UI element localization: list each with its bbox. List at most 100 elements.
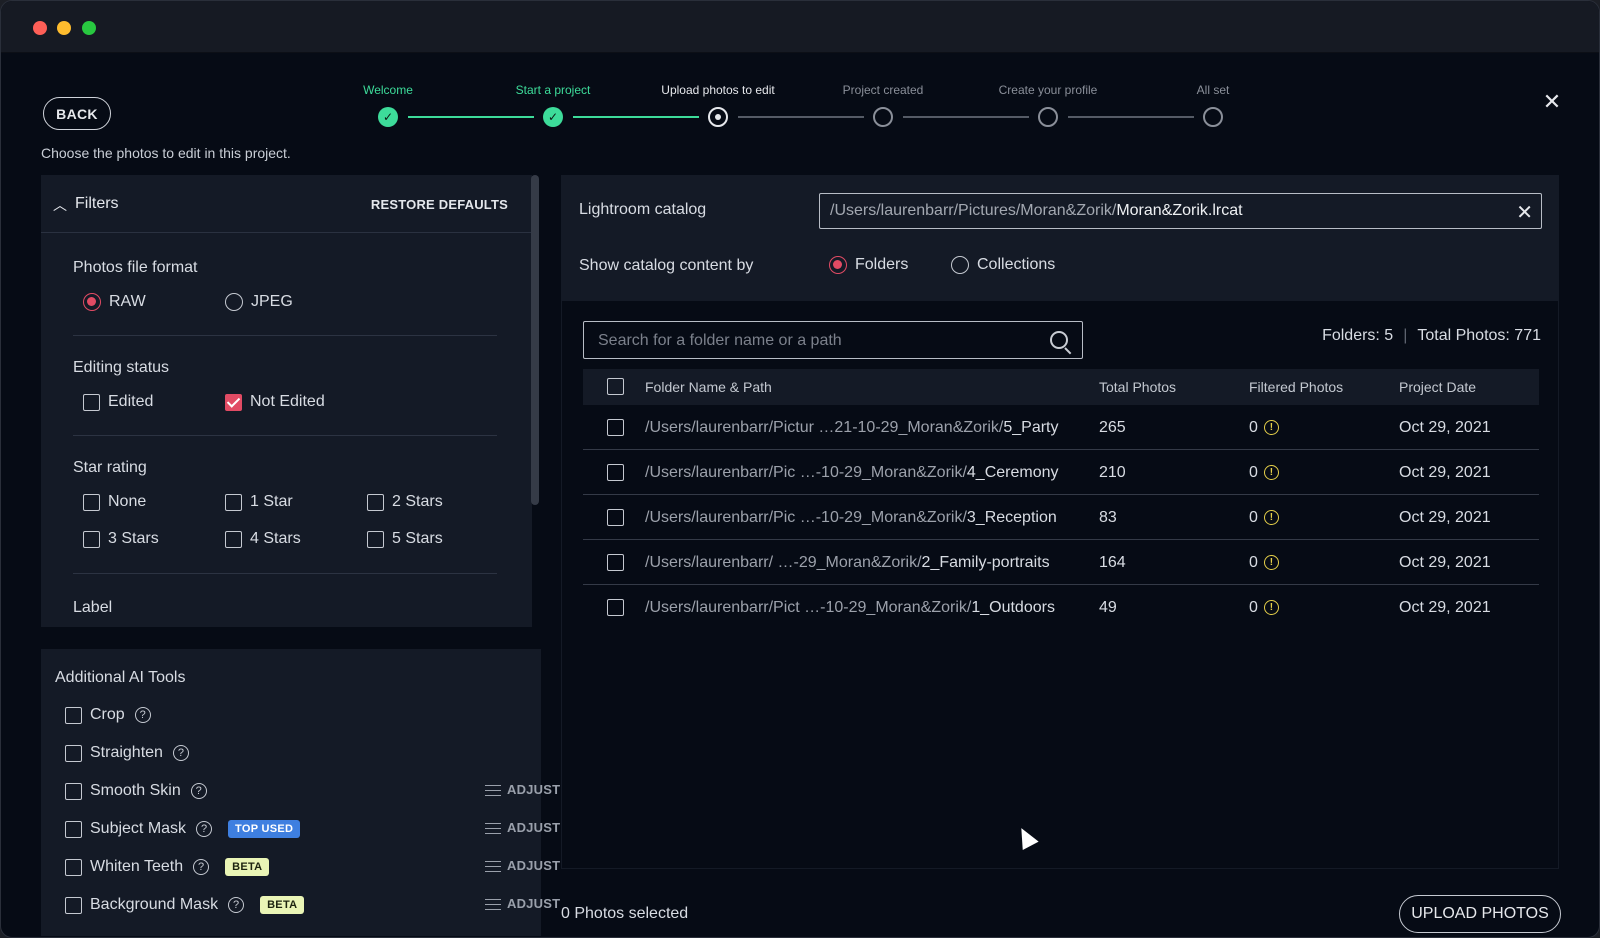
folder-path: /Users/laurenbarr/Pictur …21-10-29_Moran…: [645, 419, 1059, 437]
jpeg-radio[interactable]: JPEG: [225, 293, 293, 311]
checkbox-icon[interactable]: [83, 530, 100, 548]
star-2-checkbox[interactable]: 2 Stars: [367, 493, 443, 511]
checkbox-label: 3 Stars: [108, 530, 159, 547]
background-mask-checkbox[interactable]: Background Mask? BETA: [65, 894, 305, 916]
project-date: Oct 29, 2021: [1399, 554, 1491, 571]
crop-checkbox[interactable]: Crop?: [65, 704, 151, 726]
chevron-up-icon[interactable]: ︿: [53, 195, 67, 215]
zoom-window-button[interactable]: [82, 21, 96, 35]
warning-icon[interactable]: !: [1263, 465, 1279, 481]
checkbox-icon[interactable]: [367, 493, 384, 511]
collections-radio[interactable]: Collections: [951, 256, 1055, 274]
select-all-checkbox[interactable]: [607, 378, 624, 395]
warning-icon[interactable]: !: [1263, 600, 1279, 616]
checkbox-icon[interactable]: [225, 493, 242, 511]
checkbox-icon[interactable]: [65, 896, 82, 914]
table-row[interactable]: /Users/laurenbarr/ …-29_Moran&Zorik/2_Fa…: [583, 540, 1539, 585]
whiten-teeth-adjust-button[interactable]: ADJUST: [485, 858, 560, 873]
not-edited-checkbox[interactable]: Not Edited: [225, 393, 325, 411]
step-pending-icon: [1038, 107, 1058, 127]
help-icon[interactable]: ?: [190, 783, 207, 799]
checkbox-label: 2 Stars: [392, 493, 443, 510]
step-connector: [408, 116, 534, 118]
subject-mask-adjust-button[interactable]: ADJUST: [485, 820, 560, 835]
checkbox-icon[interactable]: [65, 744, 82, 762]
whiten-teeth-checkbox[interactable]: Whiten Teeth? BETA: [65, 856, 270, 878]
restore-defaults-button[interactable]: RESTORE DEFAULTS: [371, 197, 508, 212]
table-row[interactable]: /Users/laurenbarr/Pic …-10-29_Moran&Zori…: [583, 495, 1539, 540]
checkbox-icon[interactable]: [65, 858, 82, 876]
checkbox-icon[interactable]: [65, 782, 82, 800]
filters-scrollbar[interactable]: [531, 175, 539, 505]
search-icon[interactable]: [1050, 331, 1068, 349]
folder-search-input[interactable]: Search for a folder name or a path: [583, 321, 1083, 359]
smooth-skin-adjust-button[interactable]: ADJUST: [485, 782, 560, 797]
col-folder-name[interactable]: Folder Name & Path: [645, 379, 772, 395]
folder-name: 1_Outdoors: [971, 599, 1055, 616]
background-mask-adjust-button[interactable]: ADJUST: [485, 896, 560, 911]
star-none-checkbox[interactable]: None: [83, 493, 146, 511]
col-project-date[interactable]: Project Date: [1399, 379, 1476, 395]
folder-path: /Users/laurenbarr/Pic …-10-29_Moran&Zori…: [645, 464, 1059, 482]
raw-radio[interactable]: RAW: [83, 293, 146, 311]
page-subtitle: Choose the photos to edit in this projec…: [41, 145, 291, 161]
sliders-icon: [485, 897, 501, 911]
help-icon[interactable]: ?: [193, 859, 210, 875]
row-checkbox[interactable]: [607, 464, 624, 481]
row-checkbox[interactable]: [607, 419, 624, 436]
filtered-photos: 0!: [1249, 509, 1279, 527]
help-icon[interactable]: ?: [228, 897, 245, 913]
help-icon[interactable]: ?: [172, 745, 189, 761]
filtered-count: 0: [1249, 419, 1258, 436]
col-total-photos[interactable]: Total Photos: [1099, 379, 1176, 395]
edited-checkbox[interactable]: Edited: [83, 393, 153, 411]
smooth-skin-checkbox[interactable]: Smooth Skin?: [65, 780, 207, 802]
table-row[interactable]: /Users/laurenbarr/Pict …-10-29_Moran&Zor…: [583, 585, 1539, 630]
checkbox-icon[interactable]: [367, 530, 384, 548]
close-window-button[interactable]: [33, 21, 47, 35]
upload-photos-button[interactable]: UPLOAD PHOTOS: [1399, 895, 1561, 933]
close-icon[interactable]: ✕: [1541, 91, 1563, 113]
row-checkbox[interactable]: [607, 509, 624, 526]
warning-icon[interactable]: !: [1263, 555, 1279, 571]
folders-label: Folders: [855, 256, 909, 273]
checkbox-checked-icon[interactable]: [225, 393, 242, 411]
checkbox-icon[interactable]: [83, 393, 100, 411]
folders-radio[interactable]: Folders: [829, 256, 908, 274]
filters-title: Filters: [75, 195, 119, 212]
star-5-checkbox[interactable]: 5 Stars: [367, 530, 443, 548]
radio-icon[interactable]: [829, 256, 847, 274]
tool-label: Subject Mask: [90, 820, 187, 837]
minimize-window-button[interactable]: [57, 21, 71, 35]
radio-icon[interactable]: [83, 293, 101, 311]
help-icon[interactable]: ?: [196, 821, 213, 837]
star-4-checkbox[interactable]: 4 Stars: [225, 530, 301, 548]
table-row[interactable]: /Users/laurenbarr/Pictur …21-10-29_Moran…: [583, 405, 1539, 450]
row-checkbox[interactable]: [607, 599, 624, 616]
help-icon[interactable]: ?: [134, 707, 151, 723]
col-filtered-photos[interactable]: Filtered Photos: [1249, 379, 1343, 395]
catalog-path-field[interactable]: /Users/laurenbarr/Pictures/Moran&Zorik/M…: [819, 193, 1542, 229]
radio-icon[interactable]: [951, 256, 969, 274]
divider: [73, 573, 497, 574]
warning-icon[interactable]: !: [1263, 510, 1279, 526]
filters-panel: ︿ Filters RESTORE DEFAULTS Photos file f…: [41, 175, 532, 627]
straighten-checkbox[interactable]: Straighten?: [65, 742, 189, 764]
checkbox-icon[interactable]: [83, 493, 100, 511]
back-button[interactable]: BACK: [43, 97, 111, 130]
filters-header[interactable]: ︿ Filters RESTORE DEFAULTS: [41, 175, 532, 233]
step-label-all-set: All set: [1196, 83, 1230, 97]
star-1-checkbox[interactable]: 1 Star: [225, 493, 293, 511]
star-3-checkbox[interactable]: 3 Stars: [83, 530, 159, 548]
checkbox-icon[interactable]: [225, 530, 242, 548]
tool-label: Whiten Teeth: [90, 858, 184, 875]
row-checkbox[interactable]: [607, 554, 624, 571]
subject-mask-checkbox[interactable]: Subject Mask? TOP USED: [65, 818, 301, 840]
table-row[interactable]: /Users/laurenbarr/Pic …-10-29_Moran&Zori…: [583, 450, 1539, 495]
step-label-upload: Upload photos to edit: [661, 83, 775, 97]
checkbox-icon[interactable]: [65, 706, 82, 724]
clear-icon[interactable]: ✕: [1516, 200, 1533, 225]
checkbox-icon[interactable]: [65, 820, 82, 838]
radio-icon[interactable]: [225, 293, 243, 311]
warning-icon[interactable]: !: [1263, 420, 1279, 436]
